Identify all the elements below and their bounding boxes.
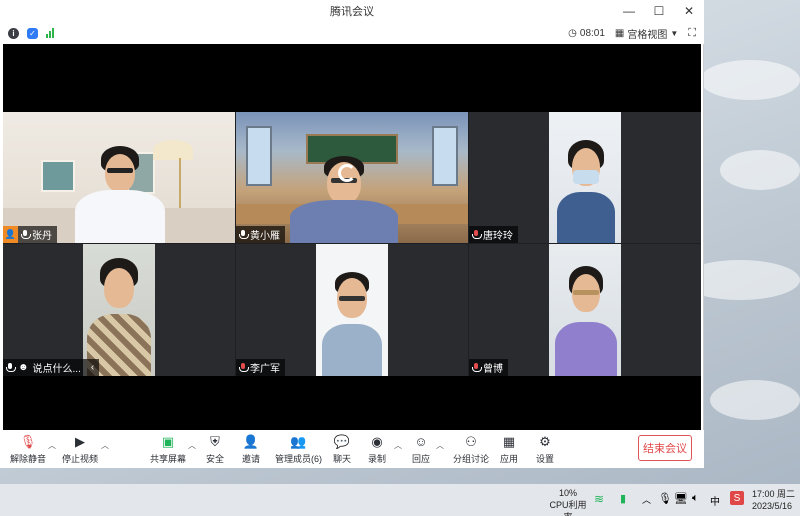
system-clock[interactable]: 17:00 周二 2023/5/16 — [752, 488, 795, 512]
camera-icon: ▶ — [75, 433, 85, 449]
security-button[interactable]: ⛨ 安全 — [206, 434, 224, 465]
clock-icon: ◷ — [568, 27, 577, 39]
manage-members-button[interactable]: 👥 管理成员(6) — [275, 434, 322, 465]
chevron-up-icon[interactable]: ︿ — [48, 440, 56, 451]
stop-video-button[interactable]: ▶ 停止视频 — [62, 434, 98, 465]
shield-icon[interactable]: ✓ — [27, 27, 38, 39]
mic-icon — [6, 362, 16, 373]
unmute-button[interactable]: 🎙︎ 解除静音 — [10, 434, 46, 465]
chevron-up-icon[interactable]: ︿ — [642, 493, 651, 506]
cpu-usage[interactable]: 10% CPU利用率 — [548, 487, 588, 516]
share-screen-button[interactable]: ▣ 共享屏幕 — [150, 434, 186, 465]
taskbar: 10% CPU利用率 ≋ ▮ ︿ 🎙︎ 🖥︎ 🔈︎ 中 S 17:00 周二 2… — [0, 484, 800, 516]
microphone-icon[interactable]: 🎙︎ — [658, 492, 672, 505]
breakout-icon: ⚇ — [465, 433, 477, 449]
gear-icon: ⚙ — [539, 433, 551, 449]
video-tile-zengbo[interactable]: 曾博 — [469, 244, 701, 376]
apps-button[interactable]: ▦ 应用 — [500, 434, 518, 465]
chat-icon: 💬 — [333, 433, 351, 449]
mic-icon — [21, 229, 31, 240]
chevron-up-icon[interactable]: ︿ — [394, 440, 402, 451]
meeting-info-bar: i ✓ ◷ 08:01 ▦ 宫格视图 ▼ ⛶ — [0, 22, 704, 44]
video-tile-self[interactable]: ☻ 说点什么... ‹ — [3, 244, 235, 376]
emoji-icon[interactable]: ☻ — [18, 362, 29, 373]
video-tile-liguangjun[interactable]: 李广军 — [236, 244, 468, 376]
participant-label: 唐玲玲 — [469, 226, 518, 243]
mic-icon — [239, 229, 249, 240]
speaker-icon[interactable]: 🔈︎ — [692, 492, 699, 505]
members-icon: 👥 — [290, 433, 307, 449]
mic-muted-icon: 🎙︎ — [19, 433, 37, 449]
meeting-toolbar: 🎙︎ 解除静音 ︿ ▶ 停止视频 ︿ ▣ 共享屏幕 ︿ ⛨ 安全 👤 邀请 👥 … — [0, 430, 704, 468]
meeting-timer: ◷ 08:01 — [568, 27, 605, 39]
record-button[interactable]: ◉ 录制 — [368, 434, 386, 465]
settings-button[interactable]: ⚙ 设置 — [536, 434, 554, 465]
minimize-button[interactable]: — — [614, 0, 644, 22]
chevron-up-icon[interactable]: ︿ — [436, 440, 444, 451]
chevron-up-icon[interactable]: ︿ — [188, 440, 196, 451]
video-grid: 👤 张丹 黄小雁 唐玲玲 ☻ 说点什么... ‹ 李广军 曾博 — [3, 112, 701, 376]
end-meeting-button[interactable]: 结束会议 — [638, 435, 692, 461]
close-button[interactable]: ✕ — [674, 0, 704, 22]
mic-muted-icon — [239, 362, 249, 373]
emoji-add-icon: ☺ — [414, 434, 428, 449]
signal-icon[interactable] — [46, 28, 54, 38]
participant-label: 曾博 — [469, 359, 508, 376]
chevron-left-icon[interactable]: ‹ — [91, 362, 94, 373]
wifi-icon[interactable]: ≋ — [594, 492, 604, 506]
maximize-button[interactable]: ☐ — [644, 0, 674, 22]
chevron-up-icon[interactable]: ︿ — [101, 440, 109, 451]
window-title: 腾讯会议 — [330, 6, 374, 18]
grid-view-icon: ▦ — [614, 27, 625, 39]
reaction-button[interactable]: ☺ 回应 — [412, 434, 430, 465]
host-icon: 👤 — [3, 226, 18, 243]
record-icon: ◉ — [371, 433, 383, 449]
apps-grid-icon: ▦ — [502, 433, 516, 449]
sogou-ime-icon[interactable]: S — [730, 491, 744, 505]
video-tile-huangxiaoyan[interactable]: 黄小雁 — [236, 112, 468, 243]
invite-button[interactable]: 👤 邀请 — [242, 434, 260, 465]
shield-check-icon: ⛨ — [210, 433, 220, 449]
fullscreen-icon[interactable]: ⛶ — [688, 27, 696, 40]
mic-muted-icon — [472, 229, 482, 240]
video-tile-tanglingling[interactable]: 唐玲玲 — [469, 112, 701, 243]
share-screen-icon: ▣ — [161, 433, 175, 449]
mic-muted-icon — [472, 362, 482, 373]
chat-input-label[interactable]: ☻ 说点什么... ‹ — [3, 359, 100, 376]
participant-label: 👤 张丹 — [3, 226, 57, 243]
info-icon[interactable]: i — [8, 27, 19, 39]
view-mode-dropdown[interactable]: ▦ 宫格视图 ▼ — [615, 26, 678, 41]
chevron-down-icon: ▼ — [670, 28, 679, 38]
ime-indicator[interactable]: 中 — [710, 493, 720, 508]
title-bar[interactable]: 腾讯会议 — ☐ ✕ — [0, 0, 704, 22]
add-user-icon: 👤 — [242, 433, 260, 449]
chat-button[interactable]: 💬 聊天 — [333, 434, 351, 465]
battery-icon[interactable]: ▮ — [620, 492, 626, 505]
video-tile-zhangdan[interactable]: 👤 张丹 — [3, 112, 235, 243]
network-icon[interactable]: 🖥︎ — [674, 492, 688, 505]
video-stage: 👤 张丹 黄小雁 唐玲玲 ☻ 说点什么... ‹ 李广军 曾博 — [3, 44, 701, 430]
meeting-window: 腾讯会议 — ☐ ✕ i ✓ ◷ 08:01 ▦ 宫格视图 ▼ ⛶ 👤 张丹 黄… — [0, 0, 704, 468]
breakout-button[interactable]: ⚇ 分组讨论 — [453, 434, 489, 465]
participant-label: 李广军 — [236, 359, 285, 376]
participant-label: 黄小雁 — [236, 226, 285, 243]
